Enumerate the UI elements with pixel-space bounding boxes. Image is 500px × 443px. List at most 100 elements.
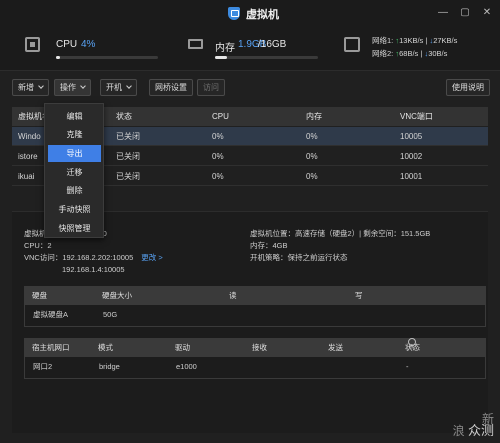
cpu-icon (25, 37, 40, 52)
col-memory: 内存 (306, 112, 322, 121)
vm-status: 已关闭 (116, 132, 140, 141)
disk-table-header: 硬盘 硬盘大小 读 写 (24, 286, 486, 305)
nic-table-header: 宿主机网口 模式 驱动 接收 发送 状态? (24, 338, 486, 357)
menu-item-migrate[interactable]: 迁移 (48, 164, 101, 181)
menu-item-edit[interactable]: 编辑 (48, 108, 101, 125)
vm-memory: 0% (306, 172, 318, 181)
chevron-down-icon (80, 83, 86, 89)
nic-port: 网口2 (33, 362, 53, 371)
cpu-usage-bar (56, 56, 158, 59)
network-2-row: 网络2: ↑68B/s | ↓30B/s (372, 48, 447, 59)
new-button-label: 新增 (18, 83, 34, 92)
network-2-up: 68B/s (399, 49, 419, 58)
vnc-address-2: 192.168.1.4:10005 (62, 265, 125, 274)
memory-label: 内存 (215, 43, 235, 54)
vnc-access-label: VNC访问： (24, 253, 63, 262)
cpu-usage-fill (56, 56, 61, 59)
watermark-char-2: 浪 (452, 424, 465, 438)
network-1-down: 27KB/s (433, 36, 458, 45)
chevron-down-icon (38, 83, 44, 89)
resource-stats: CPU 4% 内存 1.9GB /16GB 网络1: ↑13KB/s | ↓27… (0, 27, 500, 71)
chevron-down-icon (126, 83, 132, 89)
memory-total: /16GB (258, 39, 287, 50)
vm-vnc-port: 10001 (400, 172, 423, 181)
vm-cpu: 0% (212, 132, 224, 141)
minimize-icon[interactable]: — (438, 8, 448, 18)
watermark-text: 众测 (467, 423, 494, 438)
disk-name: 虚拟硬盘A (33, 310, 69, 319)
menu-item-clone[interactable]: 克隆 (48, 126, 101, 143)
vm-vnc-port: 10005 (400, 132, 423, 141)
nic-status: - (406, 362, 409, 371)
menu-item-manual-snapshot[interactable]: 手动快照 (48, 201, 101, 218)
menu-item-export[interactable]: 导出 (48, 145, 101, 162)
help-icon[interactable]: ? (408, 338, 416, 351)
vnc-address-1: 192.168.2.202:10005 (62, 253, 134, 262)
network-1-label: 网络1: (372, 36, 394, 45)
separator: | (425, 36, 428, 45)
boot-policy-detail: 开机策略：保持之前运行状态 (250, 253, 348, 262)
col-disk: 硬盘 (32, 291, 47, 300)
operations-menu: 编辑 克隆 导出 迁移 删除 手动快照 快照管理 (44, 103, 104, 238)
disk-size: 50G (103, 310, 118, 319)
vm-location-detail: 虚拟机位置：高速存储（硬盘2）| 剩余空间：151.5GB (250, 229, 431, 238)
watermark: 新 浪 众测 (453, 413, 494, 437)
vm-name: istore (18, 152, 38, 161)
memory-icon (188, 39, 203, 49)
vm-cpu-detail: CPU：2 (24, 241, 52, 250)
network-2-label: 网络2: (372, 49, 394, 58)
vm-name: ikuai (18, 172, 35, 181)
title-bar: 虚拟机 — ▢ ✕ (0, 0, 500, 27)
bridge-settings-button[interactable]: 网桥设置 (149, 79, 193, 96)
nic-row: 网口2 bridge e1000 - (24, 357, 486, 379)
close-icon[interactable]: ✕ (482, 8, 492, 18)
disk-row: 虚拟硬盘A 50G (24, 305, 486, 327)
col-driver: 驱动 (175, 343, 190, 352)
app-logo-icon (228, 7, 240, 20)
vm-cpu: 0% (212, 172, 224, 181)
power-on-button-label: 开机 (106, 83, 122, 92)
col-disk-size: 硬盘大小 (102, 291, 132, 300)
change-vnc-link[interactable]: 更改 > (141, 253, 162, 262)
nic-driver: e1000 (176, 362, 197, 371)
memory-usage-bar (215, 56, 318, 59)
network-1-up: 13KB/s (399, 36, 424, 45)
vm-vnc-port: 10002 (400, 152, 423, 161)
help-button[interactable]: 使用说明 (446, 79, 490, 96)
vm-cpu: 0% (212, 152, 224, 161)
vm-status: 已关闭 (116, 152, 140, 161)
vm-memory: 0% (306, 132, 318, 141)
window-title: 虚拟机 (246, 9, 279, 21)
operations-button[interactable]: 操作 (54, 79, 91, 96)
cpu-label: CPU (56, 39, 78, 50)
new-button[interactable]: 新增 (12, 79, 49, 96)
network-icon (344, 37, 360, 52)
power-on-button[interactable]: 开机 (100, 79, 137, 96)
vm-memory: 0% (306, 152, 318, 161)
nic-mode: bridge (99, 362, 120, 371)
access-button[interactable]: 访问 (197, 79, 225, 96)
maximize-icon[interactable]: ▢ (460, 8, 470, 18)
col-tx: 发送 (328, 343, 343, 352)
col-host-port: 宿主机网口 (32, 343, 70, 352)
network-1-row: 网络1: ↑13KB/s | ↓27KB/s (372, 35, 457, 46)
operations-button-label: 操作 (60, 83, 76, 92)
memory-usage-fill (215, 56, 228, 59)
col-read: 读 (229, 291, 237, 300)
col-status: 状态 (116, 112, 132, 121)
separator: | (420, 49, 423, 58)
vm-status: 已关闭 (116, 172, 140, 181)
col-cpu: CPU (212, 112, 229, 121)
vm-detail-panel: 虚拟机10 CPU：2 VNC访问：192.168.2.202:10005更改 … (12, 211, 488, 433)
vm-memory-detail: 内存：4GB (250, 241, 288, 250)
menu-item-delete[interactable]: 删除 (48, 182, 101, 199)
col-mode: 模式 (98, 343, 113, 352)
cpu-value: 4% (81, 39, 96, 50)
col-write: 写 (355, 291, 363, 300)
network-2-down: 30B/s (428, 49, 448, 58)
col-vnc-port: VNC端口 (400, 112, 433, 121)
window-controls: — ▢ ✕ (438, 8, 492, 18)
menu-item-snapshot-manager[interactable]: 快照管理 (48, 220, 101, 237)
vm-name: Windo (18, 132, 41, 141)
vnc-access-detail: VNC访问：192.168.2.202:10005 更改 > (24, 252, 163, 263)
